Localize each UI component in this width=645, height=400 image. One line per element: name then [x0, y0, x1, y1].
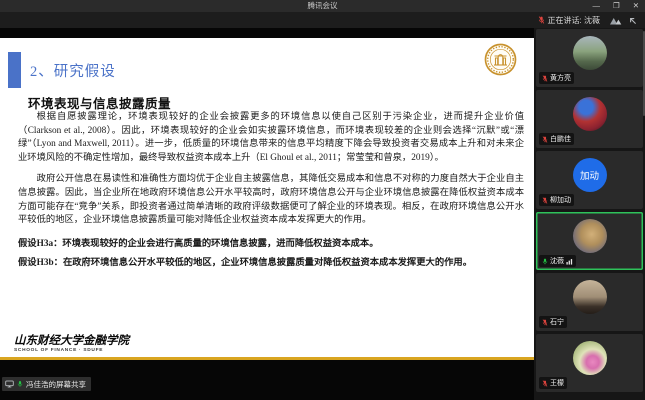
avatar [573, 280, 607, 314]
window-titlebar: 腾讯会议 — ❐ ✕ [0, 0, 645, 12]
hypothesis-h3b: 假设H3b：在政府环境信息公开水平较低的地区，企业环境信息披露质量对降低权益资本… [18, 255, 524, 273]
main-area: 2、研究假设 环境表现与信息披露质量 根据自愿披露理论，环境表现较好的企业会披露… [0, 28, 645, 400]
participant-name-chip: 王檬 [539, 377, 567, 389]
participant-name: 石宁 [550, 317, 564, 327]
participant-name-chip: 黄方亮 [539, 72, 574, 84]
slide-footer: 山东财经大学金融学院 SCHOOL OF FINANCE · SDUFE [14, 335, 129, 353]
slide-body-text: 根据自愿披露理论，环境表现较好的企业会披露更多的环境信息以使自己区别于污染企业，… [18, 111, 524, 273]
participant-name: 柳加动 [550, 195, 571, 205]
mic-muted-icon [542, 136, 548, 143]
speaking-label: 正在讲话: 沈薇 [548, 15, 600, 26]
slide-section-title: 2、研究假设 [30, 60, 116, 81]
mic-on-icon [17, 380, 23, 388]
avatar [573, 36, 607, 70]
avatar [573, 219, 607, 253]
participant-name: 沈薇 [550, 256, 564, 266]
participant-tile-speaking[interactable]: 沈薇 [536, 212, 643, 270]
mic-muted-icon [542, 197, 548, 204]
layout-icon[interactable] [609, 15, 622, 25]
monitor-icon [5, 380, 14, 388]
participant-tile[interactable]: 黄方亮 [536, 29, 643, 87]
toolbar-icons [609, 15, 637, 25]
school-name-cn: 山东财经大学金融学院 [14, 335, 129, 348]
window-controls: — ❐ ✕ [592, 0, 639, 12]
slide-heading: 环境表现与信息披露质量 [28, 93, 171, 112]
signal-bars-icon [566, 258, 573, 265]
presentation-slide: 2、研究假设 环境表现与信息披露质量 根据自愿披露理论，环境表现较好的企业会披露… [0, 38, 534, 360]
participant-sidebar: 黄方亮 白鹏佳 加动 [534, 28, 645, 400]
participant-tile[interactable]: 加动 柳加动 [536, 151, 643, 209]
window-title: 腾讯会议 [0, 0, 645, 12]
mic-muted-icon [542, 319, 548, 326]
avatar [573, 341, 607, 375]
close-button[interactable]: ✕ [633, 0, 639, 12]
shared-screen-area: 2、研究假设 环境表现与信息披露质量 根据自愿披露理论，环境表现较好的企业会披露… [0, 28, 534, 400]
collapse-arrow-icon[interactable] [628, 16, 637, 25]
school-name-en: SCHOOL OF FINANCE · SDUFE [14, 348, 129, 353]
participant-name-chip: 柳加动 [539, 194, 574, 206]
participant-name: 黄方亮 [550, 73, 571, 83]
avatar [573, 97, 607, 131]
hypothesis-h3a: 假设H3a：环境表现较好的企业会进行高质量的环境信息披露，进而降低权益资本成本。 [18, 236, 524, 254]
mic-muted-icon [542, 75, 548, 82]
minimize-button[interactable]: — [592, 0, 600, 12]
speaking-indicator: 正在讲话: 沈薇 [538, 15, 600, 26]
avatar-initials: 加动 [580, 168, 599, 182]
participant-name-chip: 石宁 [539, 316, 567, 328]
meeting-toolbar: 正在讲话: 沈薇 [0, 12, 645, 28]
screen-share-status-chip: 冯佳浩的屏幕共享 [2, 377, 91, 391]
participant-name-chip: 沈薇 [539, 255, 576, 267]
participant-name: 白鹏佳 [550, 134, 571, 144]
share-label: 冯佳浩的屏幕共享 [26, 379, 86, 390]
participant-tile[interactable]: 白鹏佳 [536, 90, 643, 148]
paragraph: 政府公开信息在易读性和准确性方面均优于企业自主披露信息，其降低交易成本和信息不对… [18, 173, 524, 227]
slide-gold-divider [0, 357, 534, 361]
participant-tile[interactable]: 王檬 [536, 334, 643, 392]
mic-on-icon [542, 258, 548, 265]
university-seal-logo [484, 43, 517, 76]
avatar: 加动 [573, 158, 607, 192]
maximize-button[interactable]: ❐ [613, 0, 620, 12]
paragraph: 根据自愿披露理论，环境表现较好的企业会披露更多的环境信息以使自己区别于污染企业，… [18, 111, 524, 165]
participant-name: 王檬 [550, 378, 564, 388]
participant-tile[interactable]: 石宁 [536, 273, 643, 331]
title-accent-block [8, 52, 21, 88]
mic-muted-icon [542, 380, 548, 387]
participant-name-chip: 白鹏佳 [539, 133, 574, 145]
mic-muted-icon [538, 16, 545, 24]
